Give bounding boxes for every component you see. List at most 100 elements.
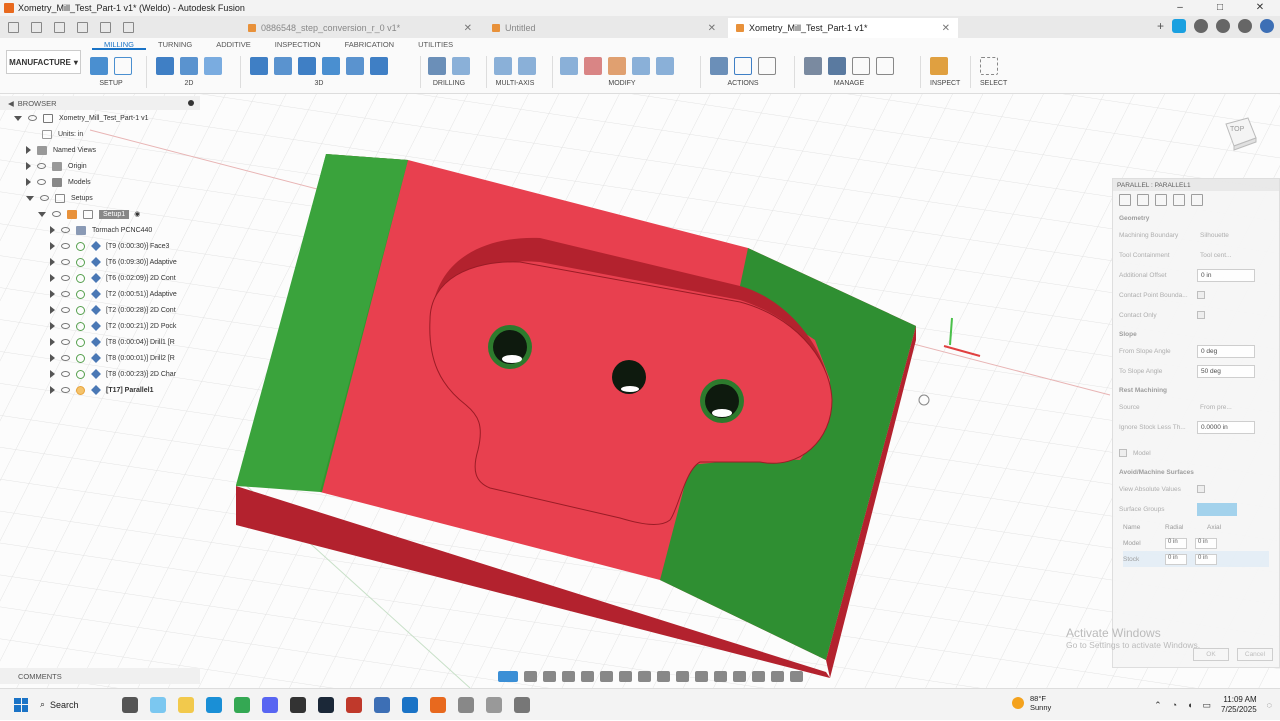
operation-item[interactable]: [T8 (0:00:23)] 2D Char: [0, 366, 200, 382]
section-avoid-surfaces[interactable]: Avoid/Machine Surfaces: [1113, 463, 1279, 479]
workspace-switcher[interactable]: MANUFACTURE ▾: [6, 50, 81, 74]
pan-icon[interactable]: [543, 670, 556, 682]
simulate-icon[interactable]: [710, 57, 728, 75]
steam-icon[interactable]: [318, 696, 334, 713]
visibility-icon[interactable]: [40, 195, 49, 201]
adaptive-2d-icon[interactable]: [180, 57, 198, 75]
image-app-icon[interactable]: [374, 696, 390, 713]
expand-icon[interactable]: [50, 306, 55, 314]
operation-item[interactable]: [T17] Parallel1: [0, 382, 200, 398]
visibility-icon[interactable]: [61, 259, 70, 265]
browser-machine[interactable]: Tormach PCNC440: [0, 222, 200, 238]
operation-item[interactable]: [T2 (0:00:21)] 2D Pock: [0, 318, 200, 334]
notification-bell-icon[interactable]: ◌: [1267, 700, 1272, 710]
machine-library-icon[interactable]: [828, 57, 846, 75]
visibility-icon[interactable]: [61, 371, 70, 377]
radial-input[interactable]: 0 in: [1165, 553, 1187, 565]
model-checkbox[interactable]: [1119, 449, 1127, 457]
pattern-icon[interactable]: [632, 57, 650, 75]
passes-tab-icon[interactable]: [1173, 194, 1185, 206]
browser-setup1[interactable]: Setup1 ◉: [0, 206, 200, 222]
operation-item[interactable]: [T8 (0:00:04)] Drill1 [R: [0, 334, 200, 350]
delete-icon[interactable]: [584, 57, 602, 75]
radial-input[interactable]: 0 in: [1165, 537, 1187, 549]
collapse-icon[interactable]: ◀: [8, 99, 14, 108]
expand-icon[interactable]: [50, 226, 55, 234]
document-tab-active[interactable]: Xometry_Mill_Test_Part-1 v1* ✕: [728, 18, 958, 38]
browser-root[interactable]: Xometry_Mill_Test_Part-1 v1: [0, 110, 200, 126]
browser-models[interactable]: Models: [0, 174, 200, 190]
copilot-icon[interactable]: [150, 696, 166, 713]
volume-icon[interactable]: ◖: [1187, 700, 1192, 710]
expand-icon[interactable]: [50, 242, 55, 250]
expand-icon[interactable]: [50, 258, 55, 266]
toolpath-display-icon[interactable]: [771, 670, 784, 682]
wifi-icon[interactable]: ◔: [1172, 700, 1177, 710]
section-geometry[interactable]: Geometry: [1113, 209, 1279, 225]
save-icon[interactable]: [54, 21, 65, 33]
fit-icon[interactable]: [581, 670, 594, 682]
tab-fabrication[interactable]: FABRICATION: [333, 40, 406, 50]
search-box[interactable]: ⌕ Search: [40, 699, 100, 710]
browser-units[interactable]: Units: in: [0, 126, 200, 142]
group-label-manage[interactable]: MANAGE: [804, 80, 894, 87]
swarf-icon[interactable]: [494, 57, 512, 75]
look-at-icon[interactable]: [524, 670, 537, 682]
expand-icon[interactable]: [50, 322, 55, 330]
operation-item[interactable]: [T9 (0:00:30)] Face3: [0, 238, 200, 254]
chrome-icon[interactable]: [234, 696, 250, 713]
file-menu-icon[interactable]: [31, 21, 42, 33]
expand-icon[interactable]: [50, 274, 55, 282]
group-label-setup[interactable]: SETUP: [90, 80, 132, 87]
hole-recognition-icon[interactable]: [452, 57, 470, 75]
close-tab-icon[interactable]: ✕: [942, 23, 950, 34]
visibility-icon[interactable]: [61, 275, 70, 281]
visibility-icon[interactable]: [61, 243, 70, 249]
task-view-icon[interactable]: [122, 696, 138, 713]
post-process-icon[interactable]: [734, 57, 752, 75]
new-tab-icon[interactable]: +: [1157, 19, 1164, 33]
section-slope[interactable]: Slope: [1113, 325, 1279, 341]
multi-axis-contour-icon[interactable]: [518, 57, 536, 75]
data-panel-icon[interactable]: [8, 21, 19, 33]
environment-icon[interactable]: [657, 670, 670, 682]
group-label-drilling[interactable]: DRILLING: [428, 80, 470, 87]
geometry-tab-icon[interactable]: [1137, 194, 1149, 206]
machining-boundary-select[interactable]: Silhouette: [1197, 229, 1255, 242]
target-icon[interactable]: ◉: [134, 210, 140, 218]
settings-icon[interactable]: [458, 696, 474, 713]
axial-input[interactable]: 0 in: [1195, 553, 1217, 565]
view-cube-icon[interactable]: [1220, 114, 1258, 152]
setup-sheet-icon[interactable]: [758, 57, 776, 75]
drill-icon[interactable]: [428, 57, 446, 75]
minimize-button[interactable]: –: [1160, 0, 1200, 16]
ignore-stock-input[interactable]: 0.0000 in: [1197, 420, 1255, 434]
tab-inspection[interactable]: INSPECTION: [263, 40, 333, 50]
pocket-2d-icon[interactable]: [204, 57, 222, 75]
expand-icon[interactable]: [50, 370, 55, 378]
tab-turning[interactable]: TURNING: [146, 40, 204, 50]
tool-tab-icon[interactable]: [1119, 194, 1131, 206]
help-icon[interactable]: [1238, 19, 1252, 33]
file-explorer-icon[interactable]: [178, 696, 194, 713]
effects-icon[interactable]: [676, 670, 689, 682]
measure-icon[interactable]: [930, 57, 948, 75]
visibility-icon[interactable]: [61, 307, 70, 313]
additional-offset-input[interactable]: 0 in: [1197, 268, 1255, 282]
template-library-icon[interactable]: [852, 57, 870, 75]
browser-setups[interactable]: Setups: [0, 190, 200, 206]
weather-widget[interactable]: 88°F Sunny: [1012, 694, 1051, 712]
stock-display-icon[interactable]: [790, 670, 803, 682]
expand-icon[interactable]: [38, 211, 46, 217]
linking-tab-icon[interactable]: [1191, 194, 1203, 206]
heights-tab-icon[interactable]: [1155, 194, 1167, 206]
tab-utilities[interactable]: UTILITIES: [406, 40, 465, 50]
visibility-icon[interactable]: [61, 227, 70, 233]
adaptive-3d-icon[interactable]: [250, 57, 268, 75]
tool-containment-select[interactable]: Tool cent...: [1197, 249, 1255, 262]
visibility-icon[interactable]: [28, 115, 37, 121]
maximize-button[interactable]: □: [1200, 0, 1240, 16]
visibility-icon[interactable]: [37, 179, 46, 185]
group-label-2d[interactable]: 2D: [156, 80, 222, 87]
comments-bar[interactable]: COMMENTS: [0, 668, 200, 684]
